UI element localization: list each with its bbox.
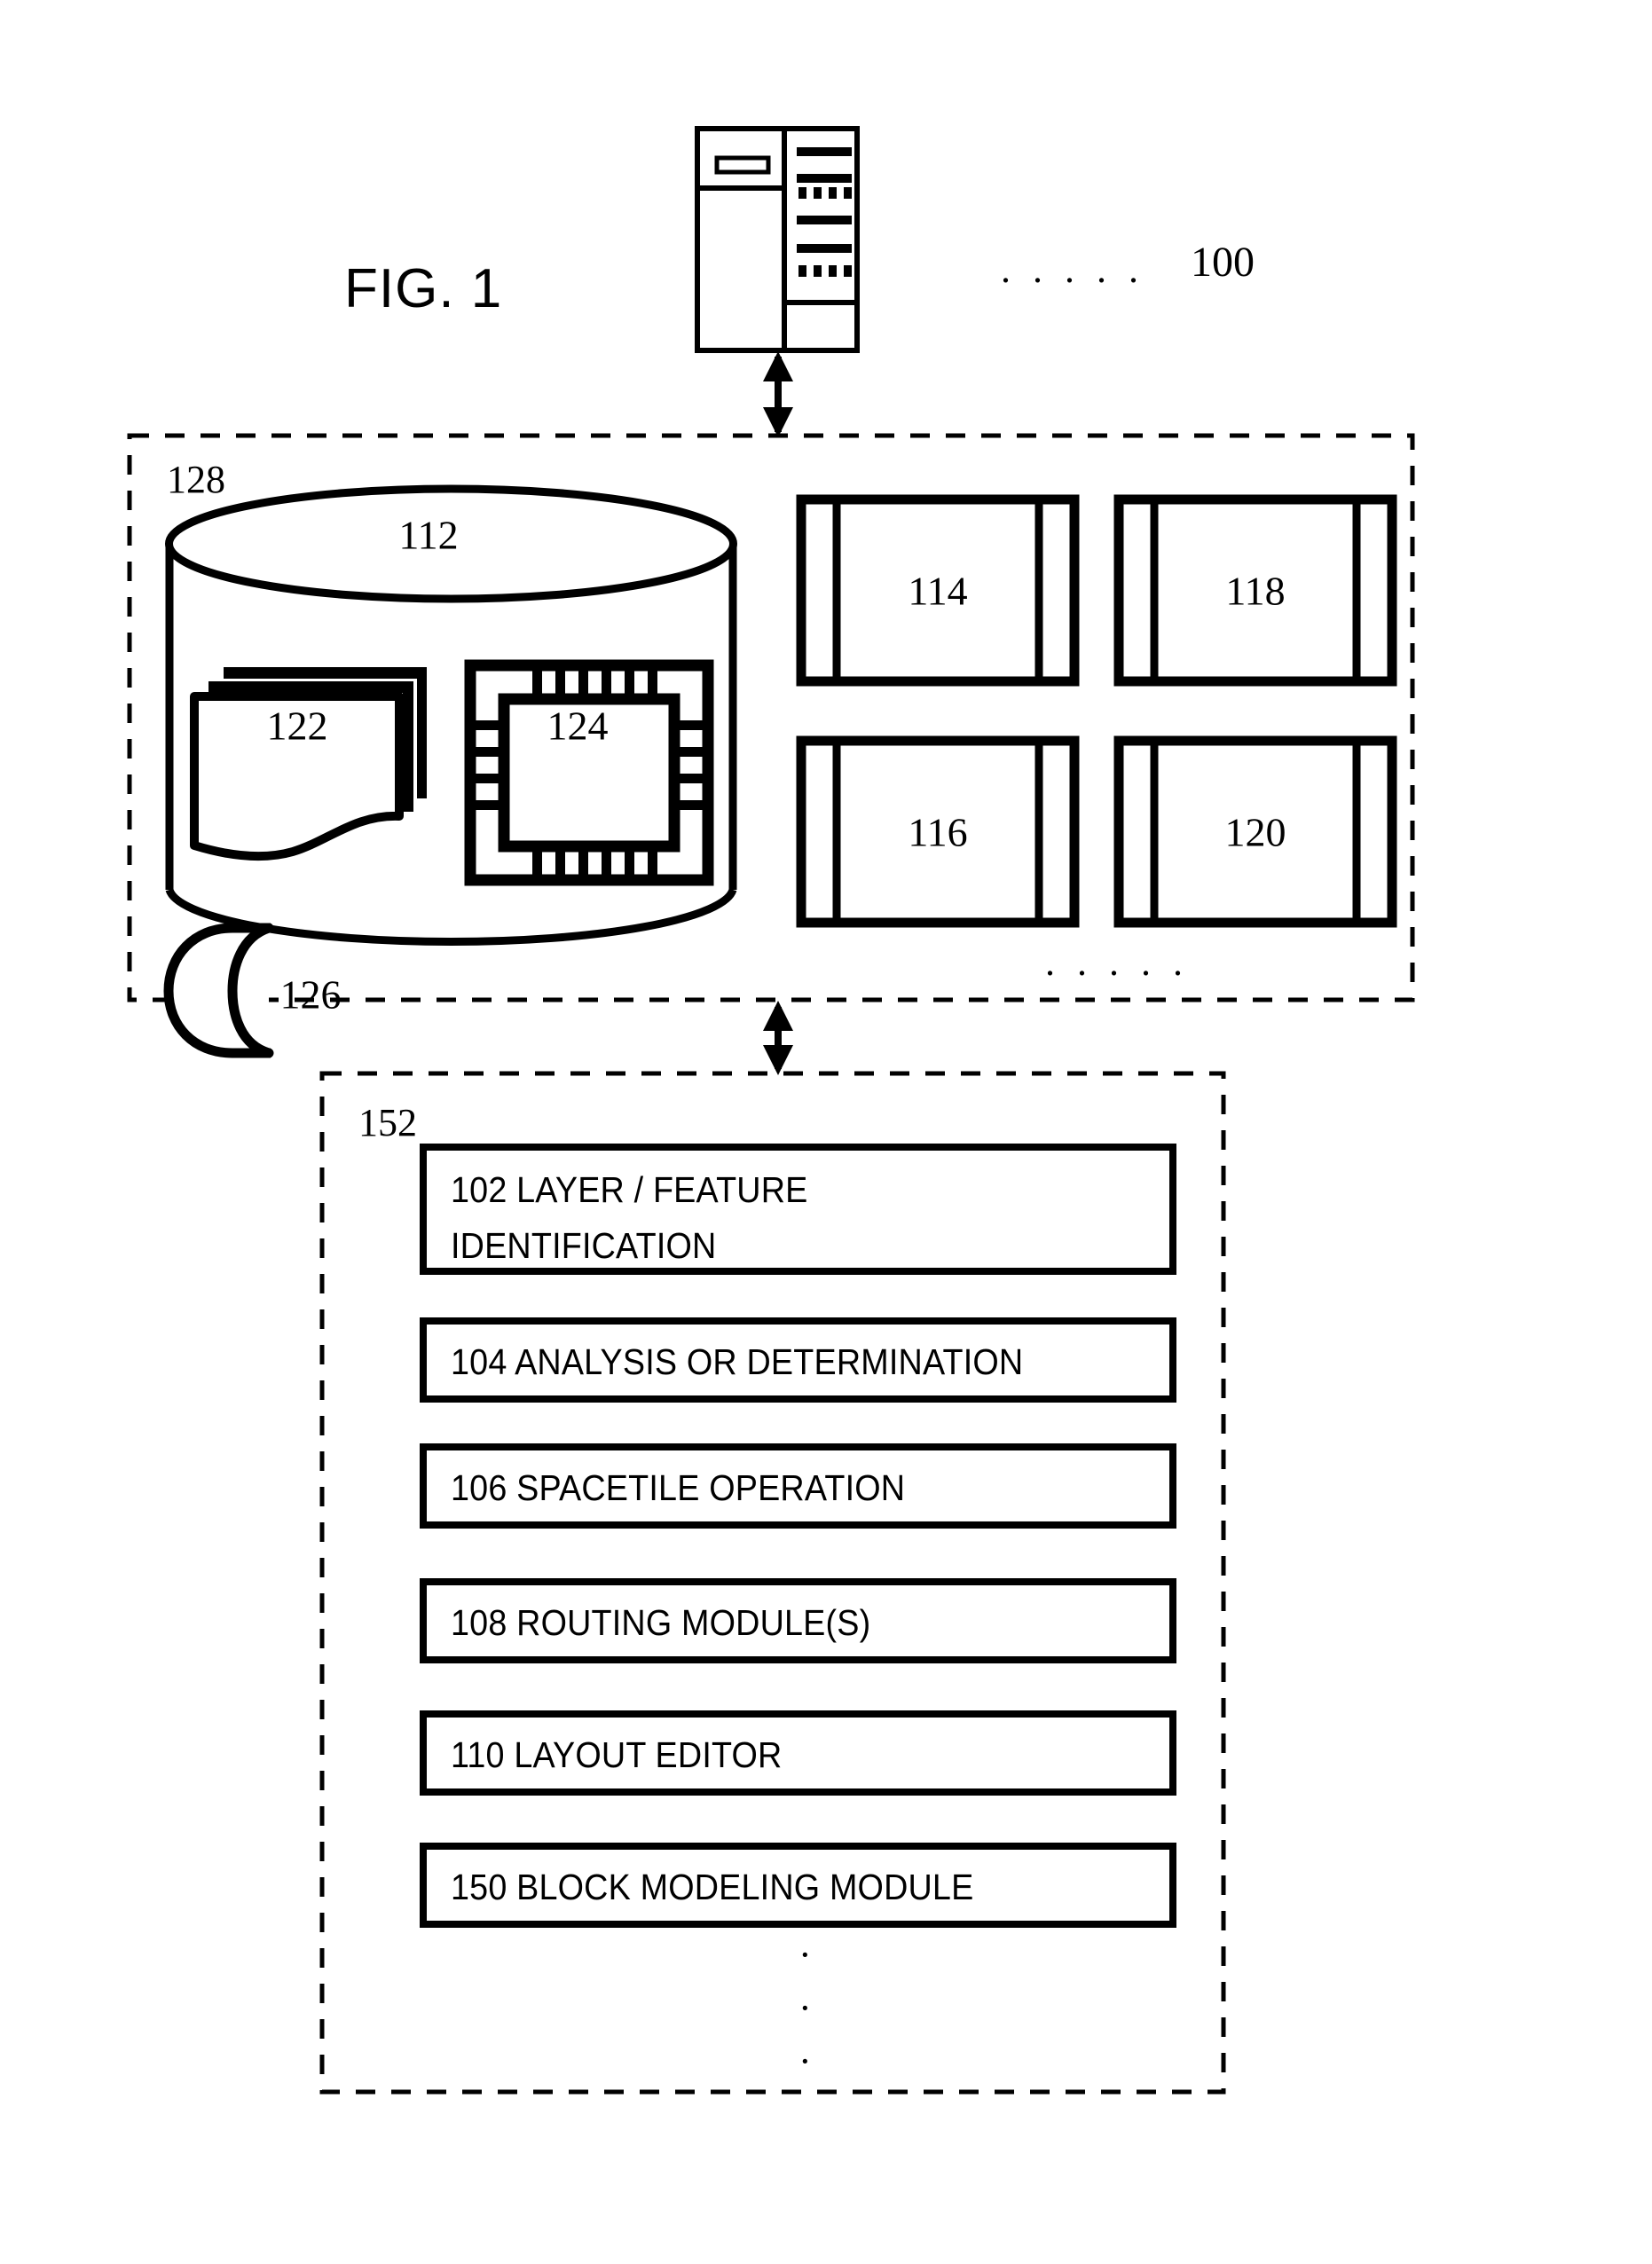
storage-blocks-ellipsis: . . . . . <box>1045 940 1189 984</box>
figure-label: FIG. 1 <box>344 258 503 319</box>
arrow-server-to-storage <box>763 351 793 437</box>
module-label-106-line1: 106 SPACETILE OPERATION <box>451 1467 906 1508</box>
storage-section-ref-128: 128 <box>167 458 225 501</box>
module-label-104: 104 ANALYSIS OR DETERMINATION <box>451 1341 1073 1383</box>
module-label-102: 102 LAYER / FEATURE IDENTIFICATION <box>451 1169 838 1267</box>
patent-figure-1: FIG. 1 100 . . . . . 128 112 122 124 126… <box>0 0 1652 2264</box>
module-label-108: 108 ROUTING MODULE(S) <box>451 1602 908 1644</box>
figure-vector-layer <box>127 126 1415 2095</box>
server-ellipsis: . . . . . <box>1001 248 1145 291</box>
storage-block-ref-116: 116 <box>908 809 968 855</box>
book-icon <box>163 923 274 1058</box>
arrow-storage-to-modules <box>763 1001 793 1075</box>
modules-vertical-ellipsis-dot-1: · <box>798 1933 812 1977</box>
module-label-110: 110 LAYOUT EDITOR <box>451 1734 811 1776</box>
module-label-106: 106 SPACETILE OPERATION <box>451 1467 945 1509</box>
module-label-110-line1: 110 LAYOUT EDITOR <box>451 1734 783 1775</box>
module-label-108-line1: 108 ROUTING MODULE(S) <box>451 1602 871 1643</box>
system-reference-100: 100 <box>1191 239 1255 286</box>
database-ref-112: 112 <box>398 512 459 558</box>
storage-block-ref-120: 120 <box>1224 809 1286 855</box>
book-ref-126: 126 <box>279 971 342 1018</box>
modules-vertical-ellipsis-dot-2: · <box>798 1986 812 2030</box>
document-stack-ref-122: 122 <box>266 703 328 749</box>
document-stack-icon <box>190 667 427 861</box>
module-label-150: 150 BLOCK MODELING MODULE <box>451 1867 1019 1908</box>
integrated-circuit-chip-icon <box>464 659 714 886</box>
module-label-102-line1: 102 LAYER / FEATURE <box>451 1169 808 1210</box>
module-label-150-line1: 150 BLOCK MODELING MODULE <box>451 1867 974 1907</box>
module-label-102-line2: IDENTIFICATION <box>451 1225 717 1266</box>
modules-vertical-ellipsis-dot-3: · <box>798 2040 812 2083</box>
server-rack-icon <box>695 126 860 353</box>
chip-ref-124: 124 <box>547 703 609 749</box>
storage-block-ref-114: 114 <box>908 568 968 614</box>
module-label-104-line1: 104 ANALYSIS OR DETERMINATION <box>451 1341 1024 1382</box>
storage-blocks-group <box>796 494 1397 928</box>
modules-section-ref-152: 152 <box>358 1101 417 1144</box>
storage-block-ref-118: 118 <box>1225 568 1286 614</box>
